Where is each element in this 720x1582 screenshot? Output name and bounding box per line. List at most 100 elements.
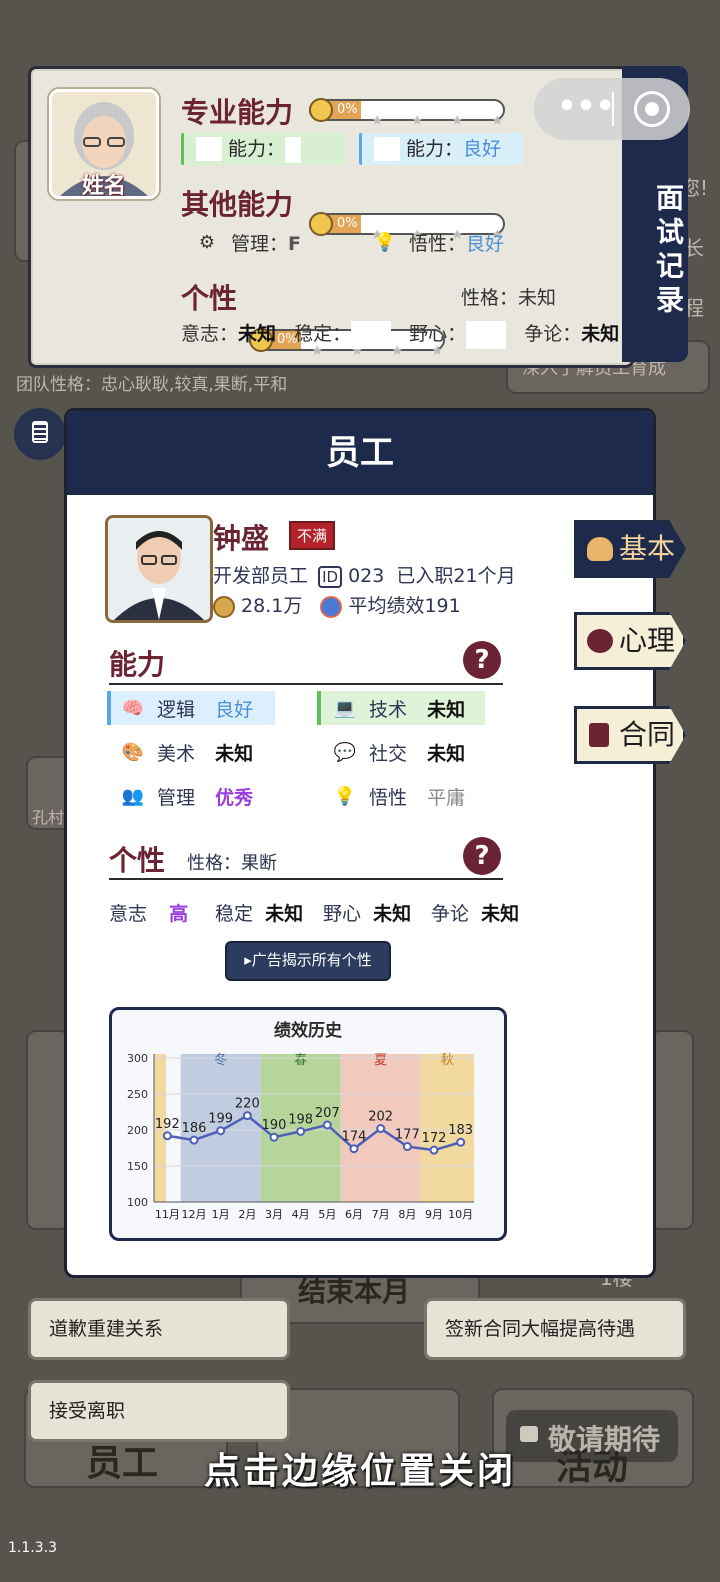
professional-ability-title: 专业能力 (181, 96, 294, 129)
trait-label: 争论 (431, 903, 470, 925)
data-label: 198 (288, 1112, 313, 1127)
trait-value: 未知 (373, 903, 412, 925)
x-tick-label: 4月 (292, 1208, 310, 1221)
employee-modal: 员工 钟盛 不满 开发部员工 ID 023 已入职21个月 28.1万 平均绩效… (64, 408, 656, 1278)
option-apologize-button[interactable]: 道歉重建关系 (28, 1298, 290, 1360)
capsule-divider (612, 92, 614, 126)
star-icon: ★ (371, 113, 384, 129)
star-icon: ★ (411, 113, 424, 129)
ability-divider (109, 683, 503, 685)
trait-value: 高 (169, 903, 189, 925)
season-label: 秋 (441, 1053, 454, 1068)
char-value: 未知 (518, 287, 557, 309)
trait-will: 意志 高 (109, 899, 188, 926)
other-ability-title: 其他能力 (181, 188, 294, 221)
data-point (216, 1126, 226, 1136)
data-point (322, 1120, 332, 1130)
data-label: 172 (422, 1131, 447, 1146)
debate-label: 争论： (524, 323, 582, 345)
ability-help-button[interactable]: ? (463, 641, 501, 679)
insight-value: 良好 (466, 233, 505, 255)
will-label: 意志： (181, 323, 239, 345)
ability-value: 未知 (215, 743, 254, 765)
coin-icon (213, 595, 235, 618)
bg-side-avatar-name: 孔村 (32, 808, 65, 827)
ability-value: 平庸 (427, 787, 466, 809)
option-new-contract-button[interactable]: 签新合同大幅提高待遇 (424, 1298, 686, 1360)
y-tick-label: 300 (127, 1052, 148, 1065)
professional-chip-1: 能力： (181, 133, 345, 165)
season-label: 夏 (374, 1053, 387, 1068)
ability-label: 逻辑 (157, 699, 196, 721)
data-point (189, 1135, 199, 1145)
x-tick-label: 1月 (212, 1208, 230, 1221)
personality-title: 个性 (181, 282, 238, 315)
traits-row: 意志：未知 稳定： 野心： 争论：未知 (181, 319, 619, 349)
insight-row: 💡 悟性：良好 (371, 229, 504, 258)
male-portrait-icon (108, 518, 210, 620)
tab-psychology[interactable]: 心理 (574, 612, 686, 670)
x-tick-label: 10月 (448, 1208, 473, 1221)
avg-performance: 平均绩效191 (348, 595, 461, 617)
trait-value: 未知 (481, 903, 520, 925)
will-value: 未知 (238, 323, 277, 345)
data-point (402, 1142, 412, 1152)
employee-info-row: 开发部员工 ID 023 已入职21个月 (213, 561, 516, 588)
data-label: 177 (395, 1128, 420, 1143)
ability-label: 美术 (157, 743, 196, 765)
x-tick-label: 7月 (372, 1208, 390, 1221)
x-tick-label: 6月 (345, 1208, 363, 1221)
ability-logic: 🧠 逻辑 良好 (119, 695, 253, 724)
performance-badge-icon (320, 595, 343, 618)
performance-chart-panel: 绩效历史 冬春夏秋 300 250 200 150 100 192 186 199 220 190 1… (109, 1007, 507, 1241)
x-tick-label: 11月 (155, 1208, 180, 1221)
id-value: 023 (348, 565, 385, 587)
speech-bubble-icon (587, 629, 613, 653)
tab-basic[interactable]: 基本 (574, 520, 686, 578)
tab-contract[interactable]: 合同 (574, 706, 686, 764)
bg-right-card (650, 1030, 694, 1230)
personality-divider (109, 878, 503, 880)
id-tag: ID (318, 566, 343, 588)
chip2-value: 良好 (463, 138, 502, 160)
personality-help-button[interactable]: ? (463, 837, 501, 875)
ability-label: 社交 (369, 743, 408, 765)
data-label: 199 (208, 1112, 233, 1127)
y-tick-label: 200 (127, 1124, 148, 1137)
data-point (376, 1124, 386, 1134)
professional-chip-2: 能力：良好 (359, 133, 523, 165)
status-badge: 不满 (289, 521, 336, 550)
close-target-icon[interactable] (634, 91, 670, 127)
document-icon (589, 723, 609, 747)
data-point (269, 1132, 279, 1142)
data-label: 183 (448, 1123, 473, 1138)
ability-icon-placeholder (374, 137, 400, 161)
x-tick-label: 12月 (182, 1208, 207, 1221)
y-tick-label: 250 (127, 1088, 148, 1101)
data-point (162, 1131, 172, 1141)
option-accept-resign-button[interactable]: 接受离职 (28, 1380, 290, 1442)
performance-chart: 冬 春 夏 秋 300 250 200 150 100 192 186199220190 198 207… (127, 1052, 474, 1221)
professional-progress-text: 0% (337, 102, 358, 117)
chat-bubbles-icon: 💬 (333, 741, 357, 763)
more-menu-icon[interactable]: ••• (556, 92, 616, 126)
professional-progress-bar: 0% ★ ★ ★ ★ (309, 98, 505, 129)
ability-tech: 💻 技术 未知 (331, 695, 465, 724)
palette-icon: 🎨 (121, 741, 145, 763)
miniprogram-capsule: ••• (534, 78, 690, 140)
personality-title: 个性 (109, 844, 166, 877)
list-menu-icon[interactable] (14, 408, 66, 460)
y-tick-label: 100 (127, 1196, 148, 1209)
laptop-icon: 💻 (333, 697, 357, 719)
close-hint: 点击边缘位置关闭 (203, 1451, 516, 1492)
x-tick-label: 2月 (238, 1208, 256, 1221)
data-point (349, 1144, 359, 1154)
tab-psychology-label: 心理 (619, 624, 676, 657)
data-label: 192 (155, 1117, 180, 1132)
department: 开发部员工 (213, 565, 309, 587)
trait-stability: 稳定 未知 (215, 899, 303, 926)
data-point (296, 1126, 306, 1136)
ad-reveal-button[interactable]: ▸广告揭示所有个性 (225, 941, 391, 981)
char-label: 性格： (461, 287, 519, 309)
tab-contract-label: 合同 (619, 718, 676, 751)
